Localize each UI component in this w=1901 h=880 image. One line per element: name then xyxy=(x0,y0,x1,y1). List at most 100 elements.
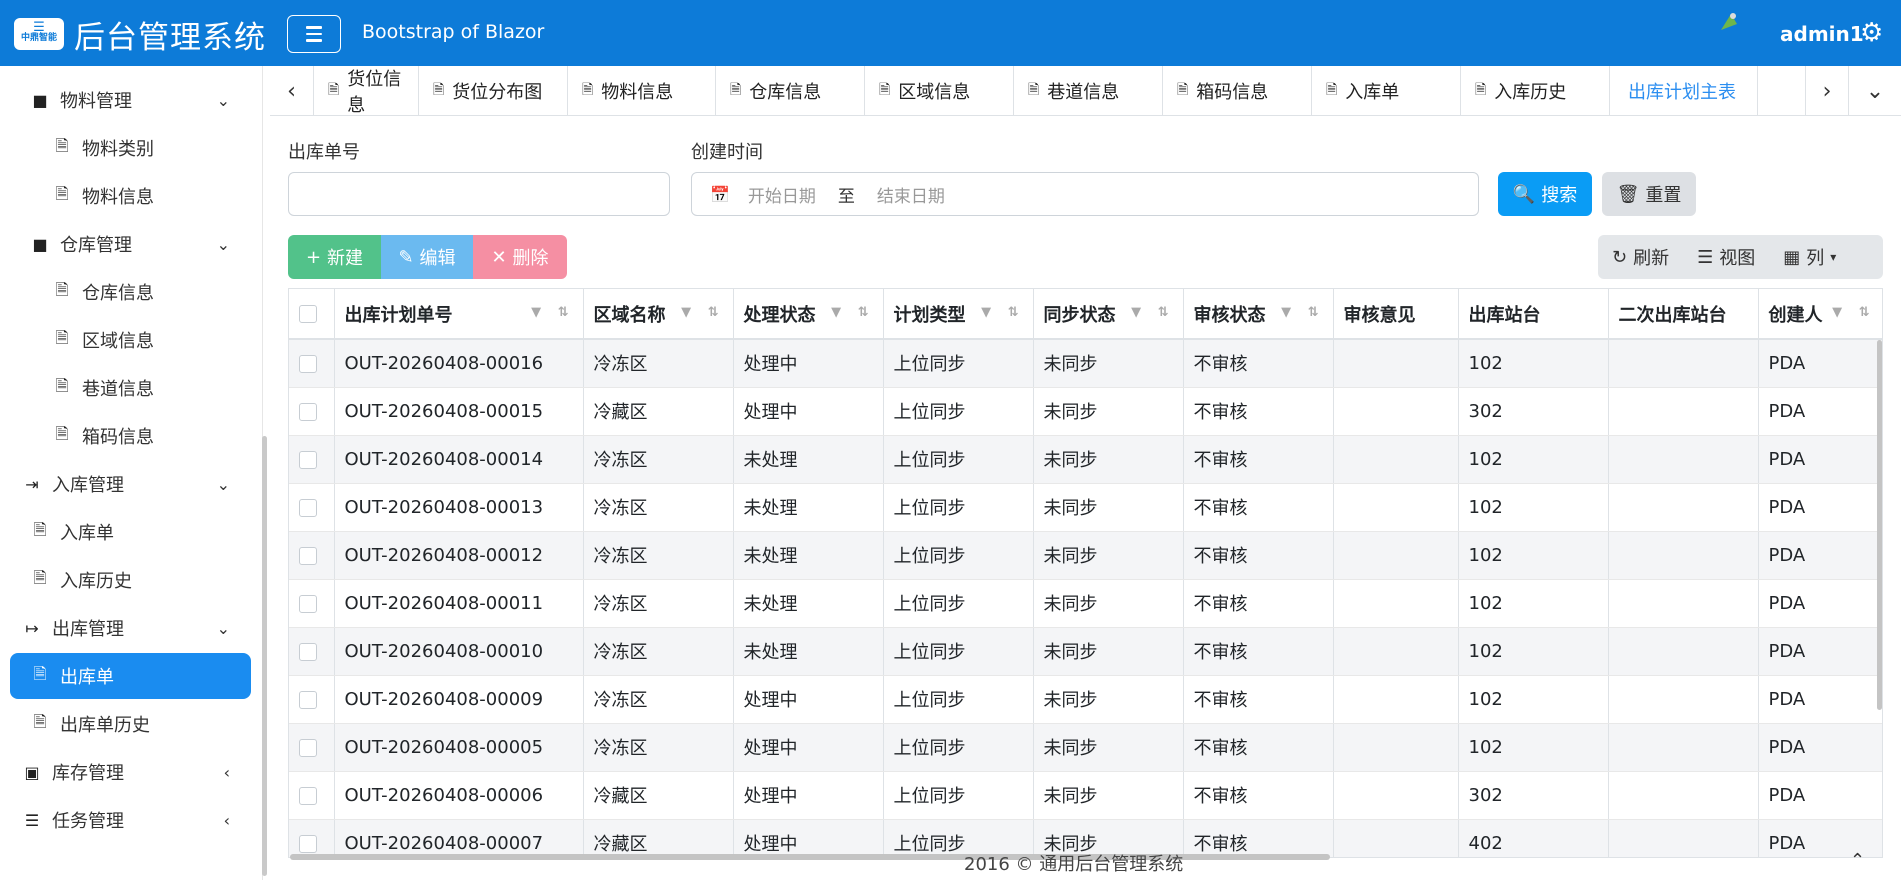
sidebar-item[interactable]: ⇥ 入库管理 ⌄ xyxy=(0,461,250,507)
sidebar-item[interactable]: ↦ 出库管理 ⌄ xyxy=(0,605,250,651)
checkbox[interactable] xyxy=(299,834,317,853)
tab-scroll-right-icon[interactable]: › xyxy=(1805,66,1849,116)
sidebar-item[interactable]: ▣ 库存管理 ‹ xyxy=(0,749,250,795)
table-row[interactable]: OUT-20260408-00014 冷冻区 未处理 上位同步 未同步 不审核 102 PDA xyxy=(289,435,1882,484)
row-checkbox-cell[interactable] xyxy=(289,627,335,676)
row-checkbox-cell[interactable] xyxy=(289,819,335,857)
tab-scroll-left-icon[interactable]: ‹ xyxy=(270,66,314,116)
row-checkbox-cell[interactable] xyxy=(289,771,335,820)
table-row[interactable]: OUT-20260408-00006 冷藏区 处理中 上位同步 未同步 不审核 302 PDA xyxy=(289,771,1882,820)
row-checkbox-cell[interactable] xyxy=(289,675,335,724)
column-header[interactable]: 二次出库站台 xyxy=(1608,289,1759,340)
tab[interactable]: 🗎 区域信息 xyxy=(865,66,1014,116)
table-row[interactable]: OUT-20260408-00016 冷冻区 处理中 上位同步 未同步 不审核 102 PDA xyxy=(289,339,1882,388)
checkbox[interactable] xyxy=(299,690,317,709)
end-date-placeholder[interactable]: 结束日期 xyxy=(877,182,945,207)
sidebar-scrollbar[interactable] xyxy=(262,436,267,876)
table-row[interactable]: OUT-20260408-00010 冷冻区 未处理 上位同步 未同步 不审核 102 PDA xyxy=(289,627,1882,676)
sidebar-item[interactable]: 🗎 巷道信息 xyxy=(0,365,250,411)
column-header[interactable]: 计划类型 ▼ ⇅ xyxy=(883,289,1034,340)
sidebar-item[interactable]: ■ 物料管理 ⌄ xyxy=(0,77,250,123)
tab[interactable]: 🗎 入库单 xyxy=(1312,66,1461,116)
column-header[interactable]: 审核意见 xyxy=(1333,289,1459,340)
tab-dropdown-chevron-icon[interactable]: ⌄ xyxy=(1853,66,1897,116)
checkbox[interactable] xyxy=(299,738,317,757)
table-cell: 不审核 xyxy=(1183,483,1334,532)
filter-sort-icon[interactable]: ▼ ⇅ xyxy=(1832,305,1875,320)
sidebar-item[interactable]: 🗎 入库历史 xyxy=(0,557,250,603)
table-row[interactable]: OUT-20260408-00005 冷冻区 处理中 上位同步 未同步 不审核 102 PDA xyxy=(289,723,1882,772)
edit-button[interactable]: ✎ 编辑 xyxy=(381,235,473,279)
date-range-input[interactable]: 📅 开始日期 至 结束日期 xyxy=(691,172,1479,216)
filter-sort-icon[interactable]: ▼ ⇅ xyxy=(981,305,1024,320)
view-button[interactable]: ☰ 视图 xyxy=(1683,244,1769,270)
filter-sort-icon[interactable]: ▼ ⇅ xyxy=(1131,305,1174,320)
tab[interactable]: 🗎 仓库信息 xyxy=(716,66,865,116)
table-row[interactable]: OUT-20260408-00012 冷冻区 未处理 上位同步 未同步 不审核 102 PDA xyxy=(289,531,1882,580)
row-checkbox-cell[interactable] xyxy=(289,339,335,388)
refresh-button[interactable]: ↻ 刷新 xyxy=(1598,244,1683,270)
row-checkbox-cell[interactable] xyxy=(289,387,335,436)
menu-toggle-button[interactable] xyxy=(287,15,341,53)
new-button[interactable]: + 新建 xyxy=(288,235,381,279)
select-all-checkbox-cell[interactable] xyxy=(289,289,335,340)
table-row[interactable]: OUT-20260408-00009 冷冻区 处理中 上位同步 未同步 不审核 102 PDA xyxy=(289,675,1882,724)
avatar[interactable] xyxy=(1717,10,1761,34)
column-header[interactable]: 出库站台 xyxy=(1458,289,1609,340)
sidebar-item[interactable]: 🗎 区域信息 xyxy=(0,317,250,363)
sidebar-item[interactable]: ☰ 任务管理 ‹ xyxy=(0,797,250,843)
table-vertical-scrollbar[interactable] xyxy=(1877,340,1882,710)
tab[interactable]: 🗎 货位信息 xyxy=(314,66,419,116)
order-no-input[interactable] xyxy=(288,172,670,216)
filter-sort-icon[interactable]: ▼ ⇅ xyxy=(1281,305,1324,320)
tab[interactable]: 🗎 巷道信息 xyxy=(1014,66,1163,116)
filter-sort-icon[interactable]: ▼ ⇅ xyxy=(831,305,874,320)
table-row[interactable]: OUT-20260408-00011 冷冻区 未处理 上位同步 未同步 不审核 102 PDA xyxy=(289,579,1882,628)
checkbox[interactable] xyxy=(299,546,317,565)
delete-button[interactable]: ✕ 删除 xyxy=(473,235,567,279)
settings-gear-icon[interactable]: ⚙ xyxy=(1860,18,1883,48)
checkbox[interactable] xyxy=(299,642,317,661)
checkbox[interactable] xyxy=(299,786,317,805)
scroll-top-chevron-icon[interactable]: ⌃ xyxy=(1850,850,1865,871)
table-row[interactable]: OUT-20260408-00015 冷藏区 处理中 上位同步 未同步 不审核 302 PDA xyxy=(289,387,1882,436)
checkbox[interactable] xyxy=(299,305,317,323)
sidebar-item[interactable]: 🗎 出库单历史 xyxy=(0,701,250,747)
checkbox[interactable] xyxy=(299,594,317,613)
row-checkbox-cell[interactable] xyxy=(289,531,335,580)
sidebar-item[interactable]: 🗎 物料类别 xyxy=(0,125,250,171)
row-checkbox-cell[interactable] xyxy=(289,579,335,628)
column-header[interactable]: 处理状态 ▼ ⇅ xyxy=(733,289,884,340)
sidebar-item[interactable]: 🗎 出库单 xyxy=(10,653,251,699)
columns-button[interactable]: ▦ 列 ▾ xyxy=(1769,244,1850,270)
sidebar-item[interactable]: ■ 仓库管理 ⌄ xyxy=(0,221,250,267)
checkbox[interactable] xyxy=(299,450,317,469)
row-checkbox-cell[interactable] xyxy=(289,435,335,484)
filter-sort-icon[interactable]: ▼ ⇅ xyxy=(681,305,724,320)
tab[interactable]: 🗎 入库历史 xyxy=(1461,66,1610,116)
column-header[interactable]: 同步状态 ▼ ⇅ xyxy=(1033,289,1184,340)
search-button[interactable]: 🔍 搜索 xyxy=(1498,172,1592,216)
filter-sort-icon[interactable]: ▼ ⇅ xyxy=(531,305,574,320)
sidebar-item[interactable]: 🗎 入库单 xyxy=(0,509,250,555)
username[interactable]: admin1 xyxy=(1780,22,1864,46)
checkbox[interactable] xyxy=(299,354,317,373)
column-header[interactable]: 审核状态 ▼ ⇅ xyxy=(1183,289,1334,340)
sidebar-item[interactable]: 🗎 箱码信息 xyxy=(0,413,250,459)
checkbox[interactable] xyxy=(299,402,317,421)
column-header[interactable]: 区域名称 ▼ ⇅ xyxy=(583,289,734,340)
row-checkbox-cell[interactable] xyxy=(289,483,335,532)
tab[interactable]: 🗎 货位分布图 xyxy=(419,66,568,116)
reset-button[interactable]: 🗑 重置 xyxy=(1602,172,1696,216)
tab[interactable]: 出库计划主表 xyxy=(1610,66,1758,116)
tab[interactable]: 🗎 物料信息 xyxy=(568,66,716,116)
table-row[interactable]: OUT-20260408-00013 冷冻区 未处理 上位同步 未同步 不审核 102 PDA xyxy=(289,483,1882,532)
checkbox[interactable] xyxy=(299,498,317,517)
column-header[interactable]: 创建人 ▼ ⇅ xyxy=(1758,289,1882,340)
column-header[interactable]: 出库计划单号 ▼ ⇅ xyxy=(334,289,584,340)
start-date-placeholder[interactable]: 开始日期 xyxy=(748,182,816,207)
sidebar-item[interactable]: 🗎 物料信息 xyxy=(0,173,250,219)
sidebar-item[interactable]: 🗎 仓库信息 xyxy=(0,269,250,315)
tab[interactable]: 🗎 箱码信息 xyxy=(1163,66,1312,116)
row-checkbox-cell[interactable] xyxy=(289,723,335,772)
